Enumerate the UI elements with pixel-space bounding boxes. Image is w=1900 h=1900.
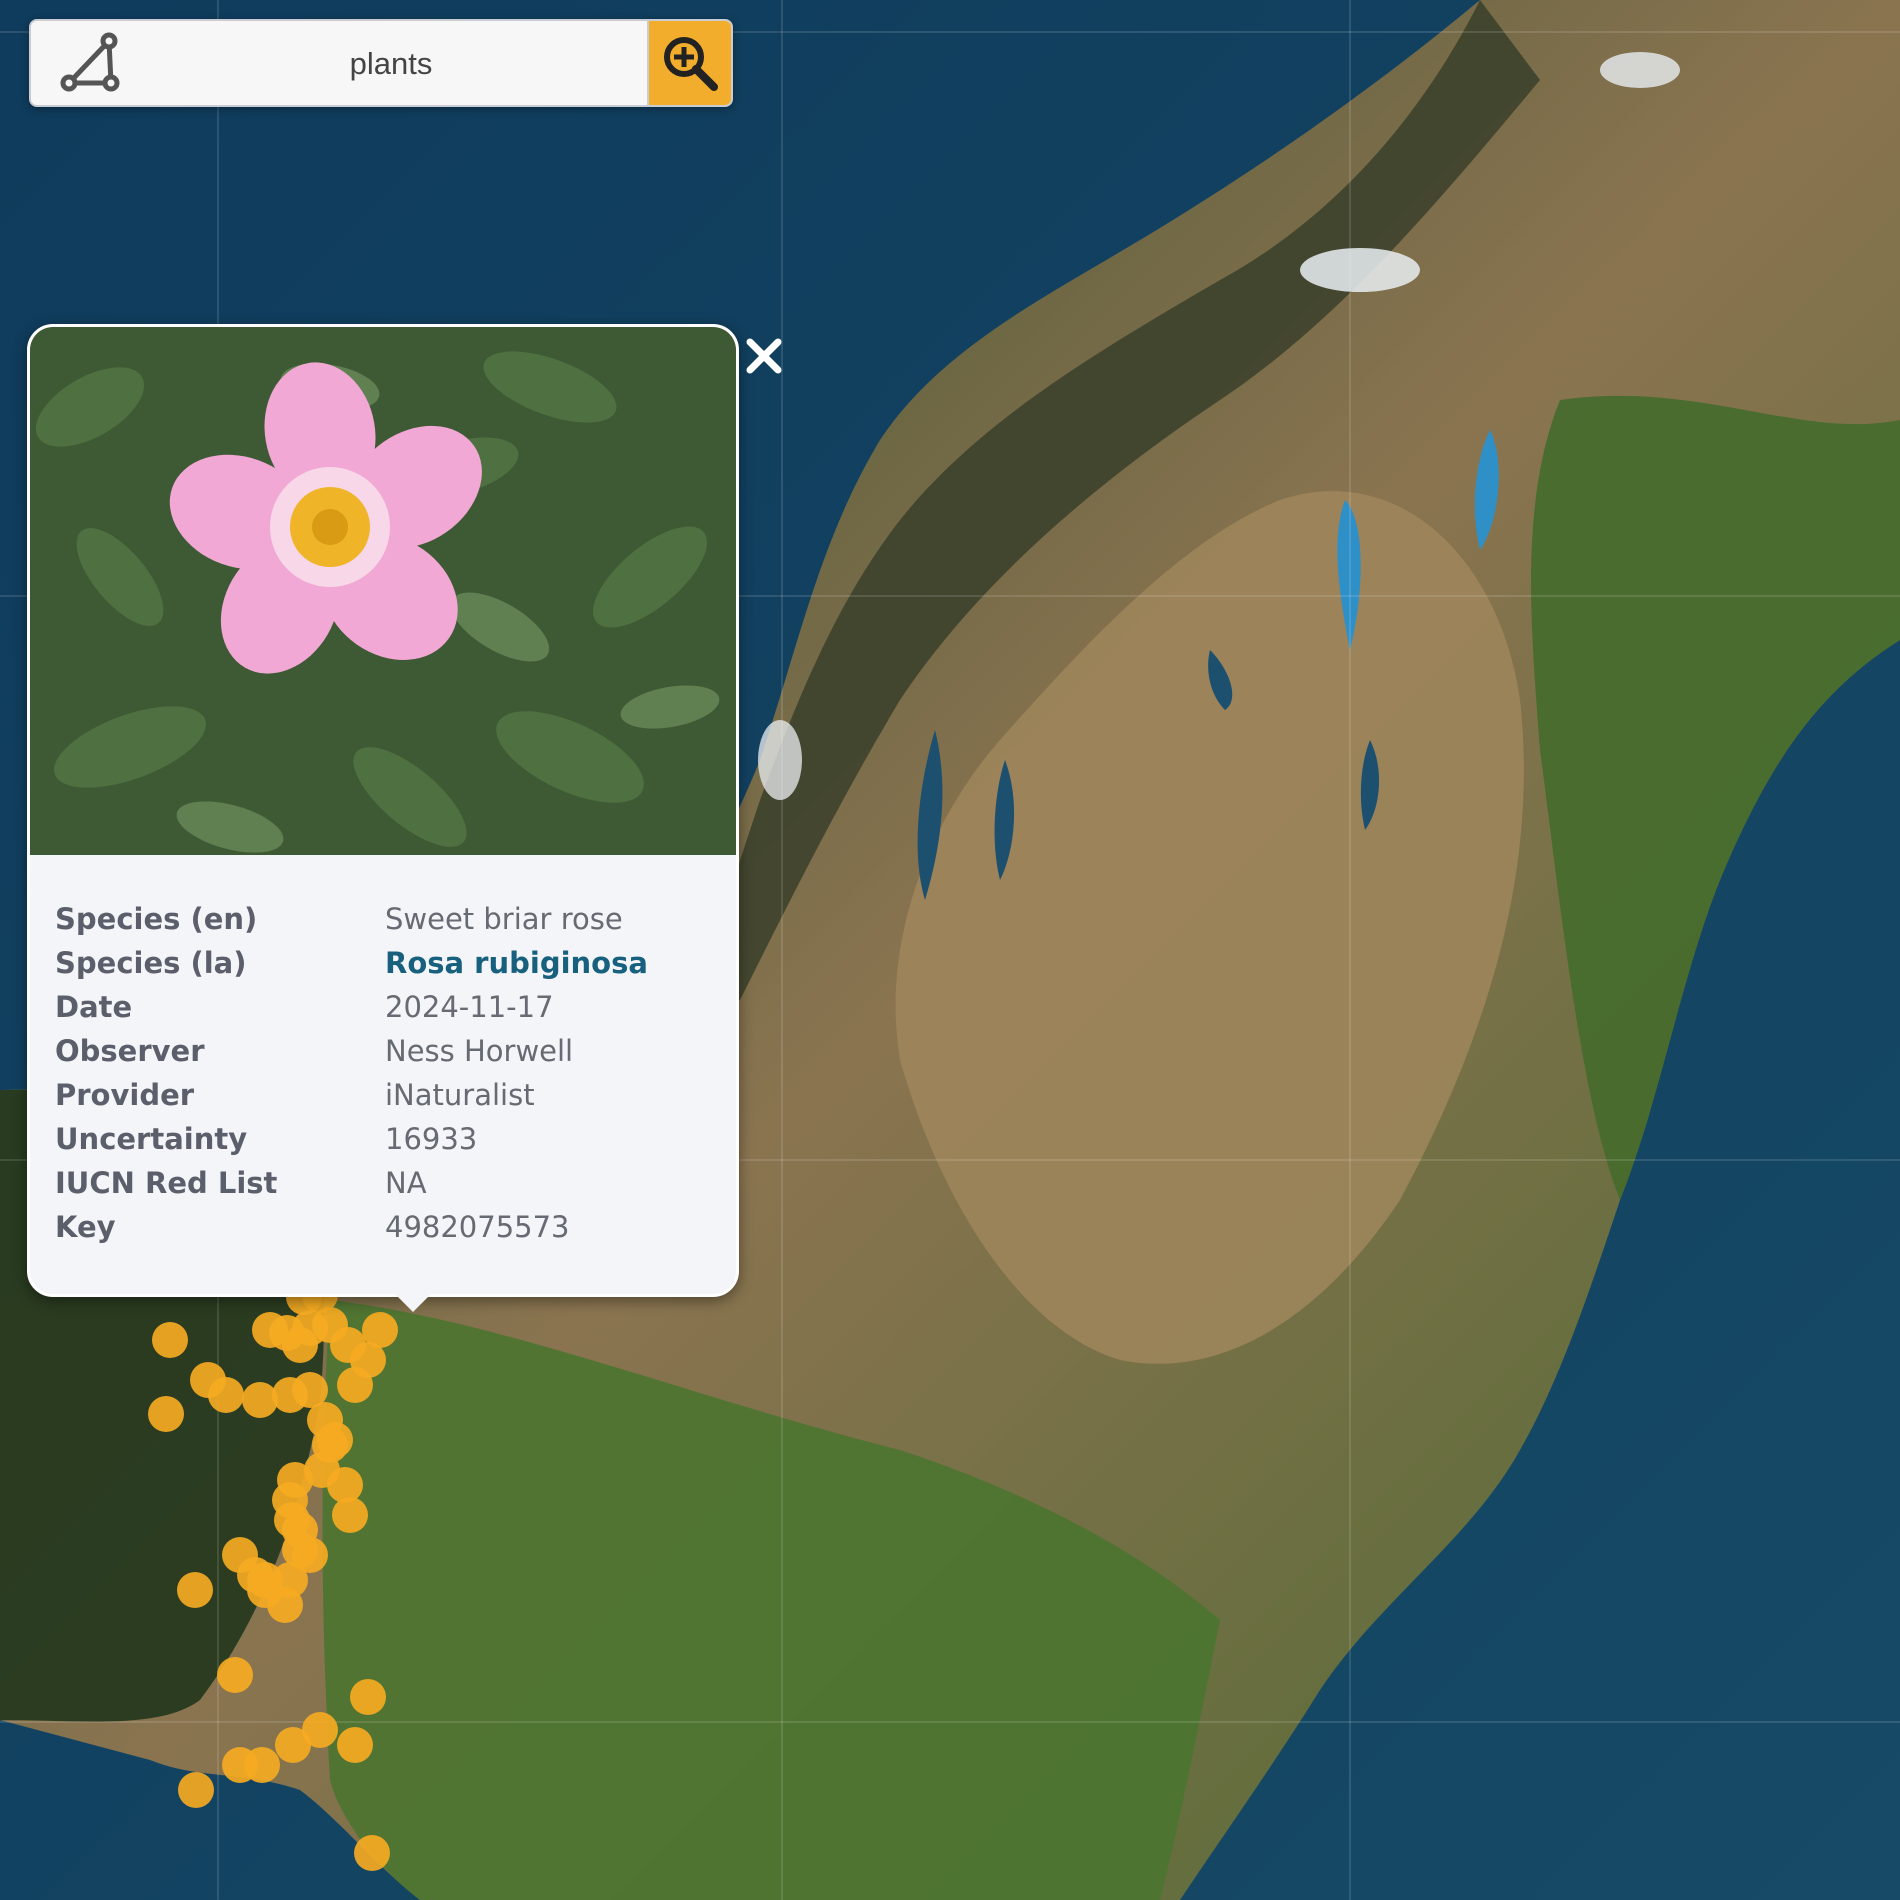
- occurrence-marker[interactable]: [152, 1322, 188, 1358]
- occurrence-marker[interactable]: [350, 1679, 386, 1715]
- occurrence-marker[interactable]: [177, 1572, 213, 1608]
- occurrence-marker[interactable]: [337, 1727, 373, 1763]
- attribute-row: Uncertainty 16933: [55, 1117, 715, 1161]
- occurrence-marker[interactable]: [302, 1712, 338, 1748]
- snow-cap: [758, 720, 802, 800]
- close-icon[interactable]: [742, 334, 786, 378]
- popup-pointer: [395, 1294, 431, 1312]
- attribute-row: Species (la) Rosa rubiginosa: [55, 941, 715, 985]
- attribute-value: Ness Horwell: [385, 1034, 574, 1068]
- snow-cap: [1600, 52, 1680, 88]
- attribute-label: Uncertainty: [55, 1122, 248, 1156]
- attribute-table: Species (en) Sweet briar rose Species (l…: [55, 897, 715, 1249]
- attribute-row: IUCN Red List NA: [55, 1161, 715, 1205]
- occurrence-marker[interactable]: [312, 1427, 348, 1463]
- occurrence-marker[interactable]: [242, 1382, 278, 1418]
- species-link[interactable]: Rosa rubiginosa: [385, 941, 715, 985]
- attribute-row: Key 4982075573: [55, 1205, 715, 1249]
- occurrence-marker[interactable]: [217, 1657, 253, 1693]
- search-input[interactable]: [151, 29, 631, 99]
- occurrence-marker[interactable]: [327, 1467, 363, 1503]
- attribute-value: NA: [385, 1166, 427, 1200]
- occurrence-popup: Species (en) Sweet briar rose Species (l…: [27, 324, 739, 1312]
- occurrence-marker[interactable]: [178, 1772, 214, 1808]
- attribute-value: iNaturalist: [385, 1078, 535, 1112]
- rose-flower-photo: [30, 327, 736, 855]
- attribute-value: Sweet briar rose: [385, 902, 623, 936]
- occurrence-marker[interactable]: [148, 1396, 184, 1432]
- attribute-value: 4982075573: [385, 1210, 570, 1244]
- attribute-value: 16933: [385, 1122, 478, 1156]
- attribute-row: Date 2024-11-17: [55, 985, 715, 1029]
- attribute-label: Species (en): [55, 902, 258, 936]
- occurrence-marker[interactable]: [337, 1367, 373, 1403]
- attribute-label: Species (la): [55, 946, 247, 980]
- occurrence-marker[interactable]: [247, 1562, 283, 1598]
- attribute-row: Observer Ness Horwell: [55, 1029, 715, 1073]
- occurrence-marker[interactable]: [208, 1377, 244, 1413]
- occurrence-marker[interactable]: [244, 1747, 280, 1783]
- polygon-draw-icon[interactable]: [41, 27, 141, 99]
- attribute-label: Date: [55, 990, 133, 1024]
- attribute-label: Observer: [55, 1034, 205, 1068]
- zoom-in-search-icon: [664, 37, 718, 91]
- attribute-label: Provider: [55, 1078, 195, 1112]
- snow-cap: [1300, 248, 1420, 292]
- attribute-row: Provider iNaturalist: [55, 1073, 715, 1117]
- occurrence-marker[interactable]: [332, 1497, 368, 1533]
- attribute-row: Species (en) Sweet briar rose: [55, 897, 715, 941]
- search-bar: [29, 19, 733, 107]
- attribute-value: 2024-11-17: [385, 990, 554, 1024]
- attribute-label: IUCN Red List: [55, 1166, 278, 1200]
- search-button[interactable]: [647, 21, 731, 105]
- attribute-label: Key: [55, 1210, 116, 1244]
- occurrence-marker[interactable]: [354, 1835, 390, 1871]
